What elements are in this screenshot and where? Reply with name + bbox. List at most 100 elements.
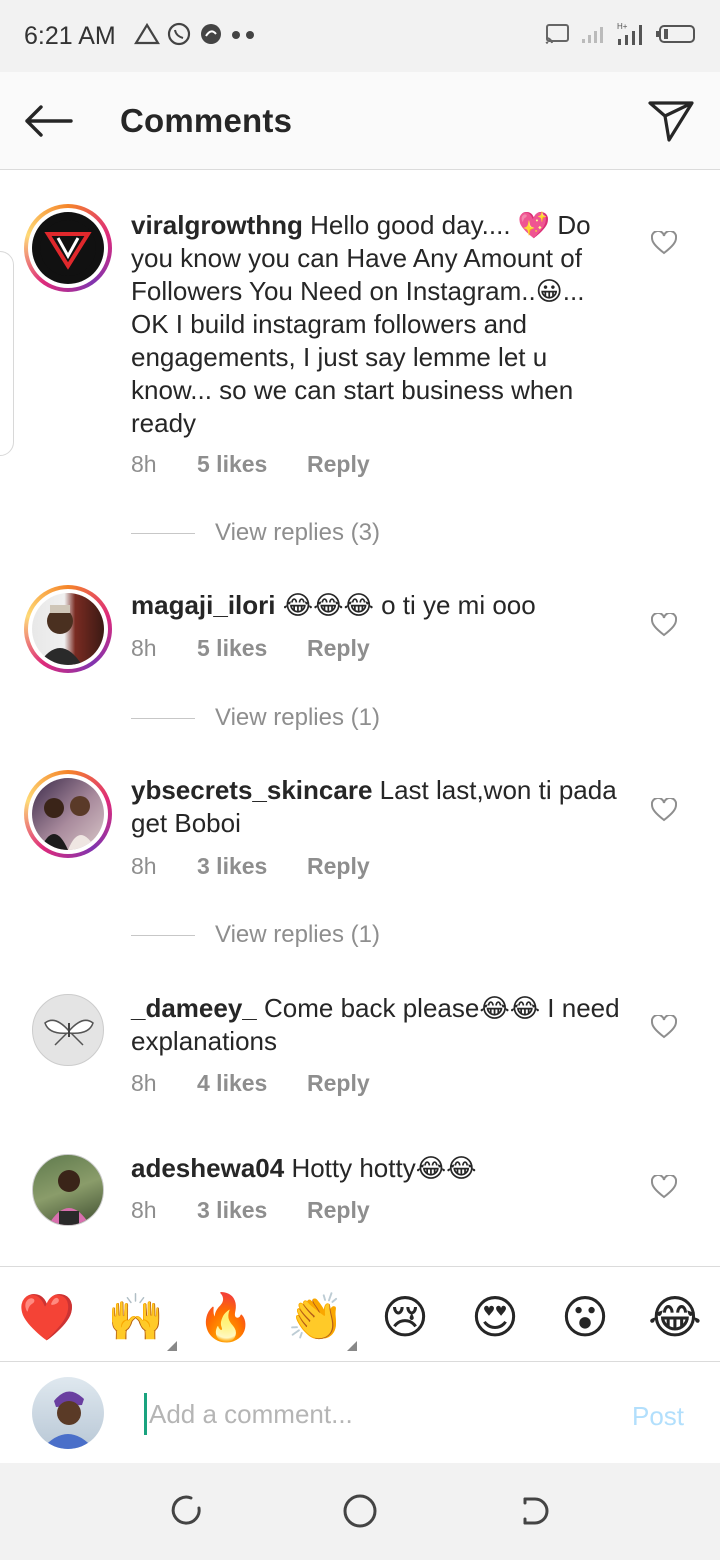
comment-username[interactable]: _dameey_ — [131, 993, 257, 1023]
like-button[interactable] — [648, 228, 680, 258]
profile-photo — [48, 1170, 90, 1225]
reaction-raised-hands[interactable]: 🙌 — [107, 1289, 177, 1351]
comment-username[interactable]: magaji_ilori — [131, 590, 276, 620]
home-icon — [343, 1494, 377, 1528]
avatar[interactable] — [24, 204, 112, 292]
reaction-tears-of-joy[interactable]: 😂 — [647, 1289, 703, 1345]
comment-list[interactable]: viralgrowthng Hello good day.... 💖 Do yo… — [0, 171, 720, 1265]
signal-icon: H+ — [616, 21, 646, 52]
reaction-clapping-hands-glyph: 👏 — [287, 1291, 345, 1343]
reaction-crying-face[interactable]: 😢 — [377, 1289, 433, 1345]
comment-time: 8h — [131, 635, 157, 661]
butterfly-icon — [44, 1019, 94, 1046]
reaction-raised-hands-glyph: 🙌 — [107, 1291, 165, 1343]
comment-input[interactable] — [144, 1393, 574, 1435]
comment-likes[interactable]: 3 likes — [197, 853, 307, 880]
notification-icons — [133, 21, 260, 52]
reaction-surprised-face[interactable]: 😮 — [557, 1289, 613, 1345]
status-time: 6:21 AM — [24, 21, 116, 50]
whatsapp-icon — [166, 21, 192, 52]
heart-outline-icon — [651, 1175, 677, 1199]
view-replies-label: View replies (1) — [215, 704, 380, 731]
paper-plane-icon — [648, 101, 694, 142]
heart-outline-icon — [651, 1015, 677, 1039]
recents-button[interactable] — [166, 1491, 206, 1531]
heart-outline-icon — [651, 231, 677, 255]
arrow-left-icon — [25, 105, 73, 137]
reply-button[interactable]: Reply — [307, 1197, 370, 1224]
comment-text: magaji_ilori 😂😂😂 o ti ye mi ooo — [131, 589, 621, 622]
home-button[interactable] — [340, 1491, 380, 1531]
comment-time: 8h — [131, 853, 157, 879]
heart-outline-icon — [651, 798, 677, 822]
comment-username[interactable]: ybsecrets_skincare — [131, 775, 372, 805]
reply-button[interactable]: Reply — [307, 1070, 370, 1097]
skin-tone-indicator — [347, 1341, 357, 1351]
comment-body: 😂😂😂 o ti ye mi ooo — [275, 590, 536, 620]
view-replies-button[interactable]: View replies (3) — [131, 519, 380, 547]
status-right-icons: H+ — [544, 21, 696, 52]
view-replies-label: View replies (1) — [215, 921, 380, 948]
view-replies-button[interactable]: View replies (1) — [131, 704, 380, 732]
comment-text: viralgrowthng Hello good day.... 💖 Do yo… — [131, 209, 621, 440]
reply-button[interactable]: Reply — [307, 853, 370, 880]
comment-likes[interactable]: 5 likes — [197, 635, 307, 662]
reaction-fire[interactable]: 🔥 — [197, 1289, 254, 1345]
recents-icon — [171, 1495, 201, 1525]
network-label: H+ — [617, 22, 628, 31]
comment-username[interactable]: adeshewa04 — [131, 1153, 284, 1183]
comment-username[interactable]: viralgrowthng — [131, 210, 303, 240]
comment-likes[interactable]: 3 likes — [197, 1197, 307, 1224]
like-button[interactable] — [648, 610, 680, 640]
comment-meta: 8h 4 likes Reply — [131, 1070, 370, 1097]
like-button[interactable] — [648, 1172, 680, 1202]
more-notifications-icon — [230, 27, 260, 45]
back-button[interactable] — [20, 96, 76, 146]
system-back-button[interactable] — [514, 1491, 554, 1531]
comment-likes[interactable]: 5 likes — [197, 451, 307, 478]
avatar[interactable] — [32, 994, 104, 1066]
comment-text: _dameey_ Come back please😂😂 I need expla… — [131, 992, 621, 1058]
divider — [131, 934, 195, 936]
profile-photo — [42, 1391, 94, 1449]
comment-time: 8h — [131, 1197, 157, 1223]
page-title: Comments — [120, 102, 293, 139]
app-icon — [198, 21, 224, 52]
avatar[interactable] — [32, 1154, 104, 1226]
battery-icon — [656, 23, 696, 50]
comment-meta: 8h 3 likes Reply — [131, 1197, 370, 1224]
share-button[interactable] — [644, 96, 698, 146]
comment-body: Hotty hotty😂😂 — [284, 1153, 477, 1183]
comment-likes[interactable]: 4 likes — [197, 1070, 307, 1097]
like-button[interactable] — [648, 795, 680, 825]
back-icon — [523, 1497, 549, 1525]
avatar[interactable] — [24, 770, 112, 858]
comment-time: 8h — [131, 451, 157, 477]
avatar[interactable] — [24, 585, 112, 673]
comment-time: 8h — [131, 1070, 157, 1096]
divider — [131, 532, 195, 534]
comment-composer: Post — [0, 1363, 720, 1463]
system-nav-bar — [0, 1463, 720, 1560]
side-drawer-handle[interactable] — [0, 251, 14, 456]
profile-photo — [40, 796, 96, 850]
signal-icon — [580, 23, 606, 50]
like-button[interactable] — [648, 1012, 680, 1042]
reaction-heart-eyes[interactable]: 😍 — [467, 1289, 523, 1345]
comment-meta: 8h 5 likes Reply — [131, 451, 370, 478]
reply-button[interactable]: Reply — [307, 635, 370, 662]
skin-tone-indicator — [167, 1341, 177, 1351]
profile-photo — [38, 605, 82, 665]
comment-meta: 8h 5 likes Reply — [131, 635, 370, 662]
reply-button[interactable]: Reply — [307, 451, 370, 478]
reaction-clapping-hands[interactable]: 👏 — [287, 1289, 357, 1351]
post-button[interactable]: Post — [632, 1401, 684, 1432]
view-replies-button[interactable]: View replies (1) — [131, 921, 380, 949]
status-bar: 6:21 AM H+ — [0, 0, 720, 72]
divider — [131, 717, 195, 719]
header: Comments — [0, 72, 720, 170]
cast-icon — [544, 23, 570, 50]
reaction-heart[interactable]: ❤️ — [18, 1289, 75, 1345]
brand-logo-icon — [40, 220, 96, 276]
comment-text: adeshewa04 Hotty hotty😂😂 — [131, 1152, 621, 1185]
